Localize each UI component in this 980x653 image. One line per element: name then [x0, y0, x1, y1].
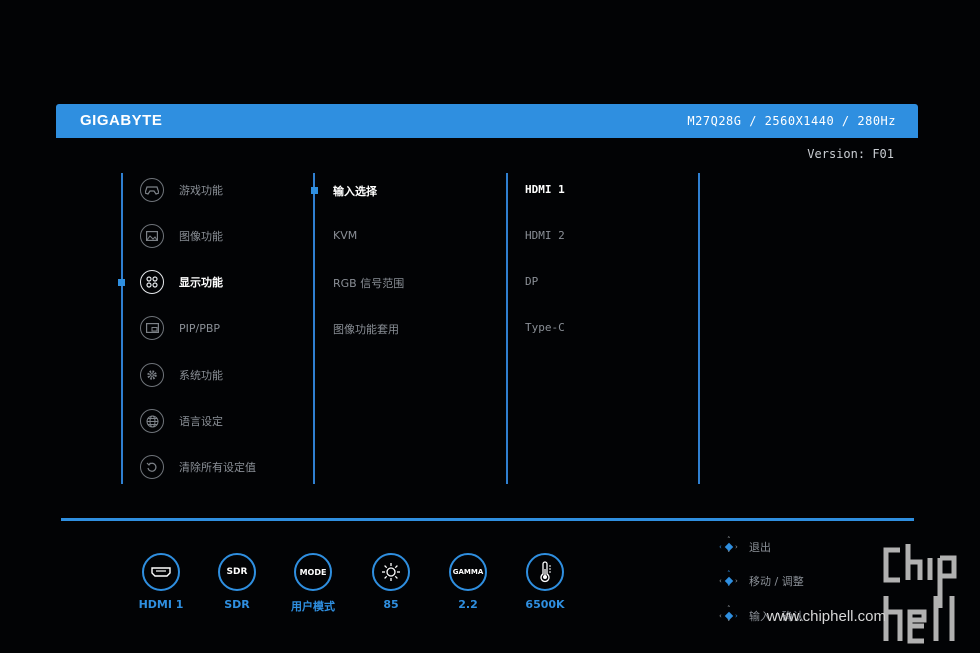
menu-item-label: 系统功能: [179, 369, 223, 382]
menu-item-pip-pbp[interactable]: PIP/PBP: [140, 314, 220, 342]
status-value: HDMI 1: [138, 598, 184, 611]
picture-icon: [140, 224, 164, 248]
menu-item-language[interactable]: 语言设定: [140, 407, 223, 435]
status-value: 2.2: [458, 598, 478, 611]
menu-item-display[interactable]: 显示功能: [140, 268, 223, 296]
submenu-item-picture-apply[interactable]: 图像功能套用: [333, 321, 399, 337]
menu-item-label: 显示功能: [179, 276, 223, 289]
reset-icon: [140, 455, 164, 479]
menu-item-label: 清除所有设定值: [179, 461, 256, 474]
status-gamma: GAMMA 2.2: [428, 553, 508, 611]
option-hdmi-2[interactable]: HDMI 2: [525, 229, 565, 242]
watermark-text: www.chiphell.com: [766, 608, 886, 625]
help-exit: ˄ ˅ ‹ › 退出: [719, 536, 771, 558]
submenu-item-input-select[interactable]: 输入选择: [333, 183, 377, 199]
joystick-press-icon: ˄ ˅ ‹ ›: [719, 605, 738, 627]
help-move-adjust: ˄ ˅ ‹ › 移动 / 调整: [719, 570, 804, 592]
chiphell-logo-icon: [883, 544, 957, 644]
gear-icon: [140, 363, 164, 387]
status-value: 6500K: [525, 598, 565, 611]
menu-item-system[interactable]: 系统功能: [140, 361, 223, 389]
footer-divider: [61, 518, 914, 521]
menu-item-label: 语言设定: [179, 415, 223, 428]
joystick-left-icon: ˄ ˅ ‹ ›: [719, 536, 738, 558]
option-dp[interactable]: DP: [525, 275, 538, 288]
menu-item-picture[interactable]: 图像功能: [140, 222, 223, 250]
status-color-temp: 6500K: [505, 553, 585, 611]
hdmi-port-icon: [142, 553, 180, 591]
status-brightness: 85: [351, 553, 431, 611]
menu-item-label: 游戏功能: [179, 184, 223, 197]
brightness-icon: [372, 553, 410, 591]
column-divider: [313, 173, 315, 484]
version-label: Version: F01: [807, 147, 894, 161]
menu-item-label: 图像功能: [179, 230, 223, 243]
help-label: 移动 / 调整: [749, 575, 804, 588]
gamepad-icon: [140, 178, 164, 202]
menu-item-gaming[interactable]: 游戏功能: [140, 176, 223, 204]
column-divider: [506, 173, 508, 484]
thermometer-icon: [526, 553, 564, 591]
sdr-icon: SDR: [218, 553, 256, 591]
globe-icon: [140, 409, 164, 433]
column-divider: [698, 173, 700, 484]
option-type-c[interactable]: Type-C: [525, 321, 565, 334]
status-picture-mode: MODE 用户模式: [273, 553, 353, 614]
submenu-item-rgb-range[interactable]: RGB 信号范围: [333, 275, 404, 291]
submenu-item-kvm[interactable]: KVM: [333, 229, 357, 242]
help-label: 退出: [749, 541, 771, 554]
status-value: 85: [383, 598, 399, 611]
selection-marker: [118, 279, 125, 286]
joystick-updown-icon: ˄ ˅ ‹ ›: [719, 570, 738, 592]
pip-icon: [140, 316, 164, 340]
menu-item-reset[interactable]: 清除所有设定值: [140, 453, 256, 481]
model-info: M27Q28G / 2560X1440 / 280Hz: [687, 114, 896, 128]
status-value: SDR: [224, 598, 250, 611]
status-value: 用户模式: [291, 600, 335, 613]
mode-icon: MODE: [294, 553, 332, 591]
status-input: HDMI 1: [121, 553, 201, 611]
display-grid-icon: [140, 270, 164, 294]
menu-item-label: PIP/PBP: [179, 321, 221, 335]
column-divider: [121, 173, 123, 484]
brand-logo: GIGABYTE: [80, 112, 163, 129]
status-dynamic-range: SDR SDR: [197, 553, 277, 611]
selection-marker: [311, 187, 318, 194]
option-hdmi-1[interactable]: HDMI 1: [525, 183, 565, 196]
gamma-icon: GAMMA: [449, 553, 487, 591]
